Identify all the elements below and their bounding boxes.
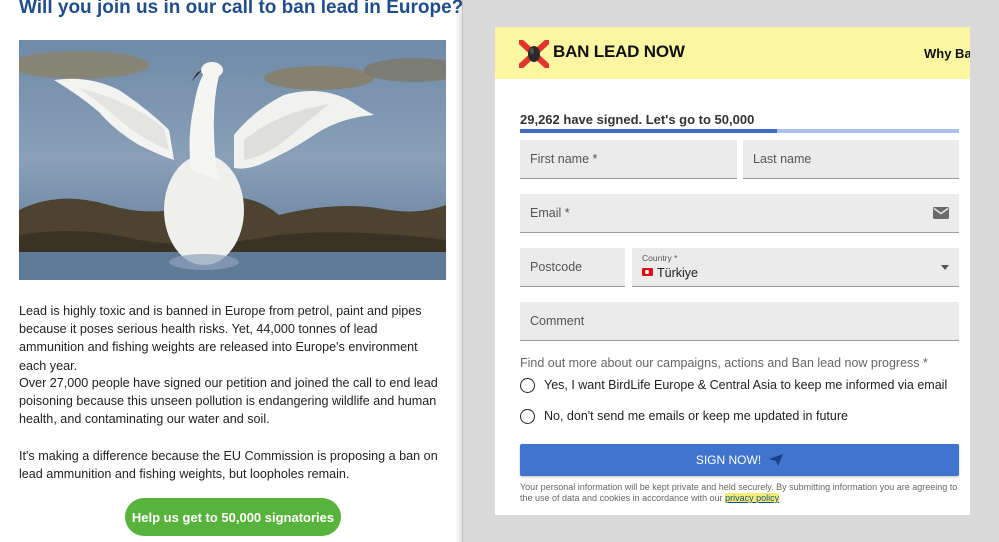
comment-field[interactable]: Comment [520, 302, 959, 341]
sign-now-label: SIGN NOW! [695, 453, 762, 467]
country-select[interactable]: Country * Türkiye [632, 248, 959, 287]
progress-bar-fill [520, 129, 777, 133]
article-paragraph: Lead is highly toxic and is banned in Eu… [19, 304, 422, 373]
signature-count: 29,262 have signed. Let's go to 50,000 [520, 112, 755, 127]
last-name-field[interactable]: Last name [743, 140, 959, 179]
article-panel: Will you join us in our call to ban lead… [0, 0, 464, 542]
paper-plane-icon [769, 454, 784, 466]
petition-embed: BAN LEAD NOW Why Ba 29,262 have signed. … [495, 27, 970, 515]
article-headline: Will you join us in our call to ban lead… [19, 0, 464, 18]
caret-down-icon [941, 265, 949, 270]
privacy-note: Your personal information will be kept p… [520, 482, 960, 504]
email-placeholder: Email * [530, 206, 570, 220]
envelope-icon [933, 207, 949, 219]
last-name-placeholder: Last name [753, 152, 812, 166]
progress-bar [520, 129, 959, 133]
radio-button[interactable] [520, 408, 535, 424]
embed-header: BAN LEAD NOW Why Ba [495, 27, 970, 79]
help-signatories-button[interactable]: Help us get to 50,000 signatories [125, 498, 341, 536]
consent-question: Find out more about our campaigns, actio… [520, 356, 928, 370]
nav-item-why[interactable]: Why Ba [924, 46, 970, 61]
swan-photo [19, 40, 446, 280]
first-name-field[interactable]: First name * [520, 140, 737, 179]
privacy-policy-link[interactable]: privacy policy [725, 493, 780, 503]
site-logo-text[interactable]: BAN LEAD NOW [553, 42, 685, 62]
country-label: Country * [642, 253, 678, 263]
email-field[interactable]: Email * [520, 194, 959, 233]
postcode-placeholder: Postcode [530, 260, 583, 274]
consent-no-option[interactable]: No, don't send me emails or keep me upda… [520, 407, 848, 425]
article-paragraph: Over 27,000 people have signed our petit… [19, 376, 438, 427]
consent-yes-label[interactable]: Yes, I want BirdLife Europe & Central As… [544, 378, 947, 392]
radio-button[interactable] [520, 377, 535, 393]
sign-now-button[interactable]: SIGN NOW! [520, 444, 959, 476]
first-name-placeholder: First name * [530, 152, 598, 166]
turkey-flag-icon [642, 268, 653, 276]
postcode-field[interactable]: Postcode [520, 248, 625, 287]
consent-no-label[interactable]: No, don't send me emails or keep me upda… [544, 409, 848, 423]
consent-yes-option[interactable]: Yes, I want BirdLife Europe & Central As… [520, 376, 947, 394]
swan-photo-graphic [19, 40, 446, 280]
comment-placeholder: Comment [530, 314, 585, 328]
article-paragraph: It's making a difference because the EU … [19, 449, 438, 482]
panel-divider [455, 0, 463, 542]
crossed-bullet-logo-icon [519, 40, 549, 68]
country-value: Türkiye [657, 266, 698, 280]
